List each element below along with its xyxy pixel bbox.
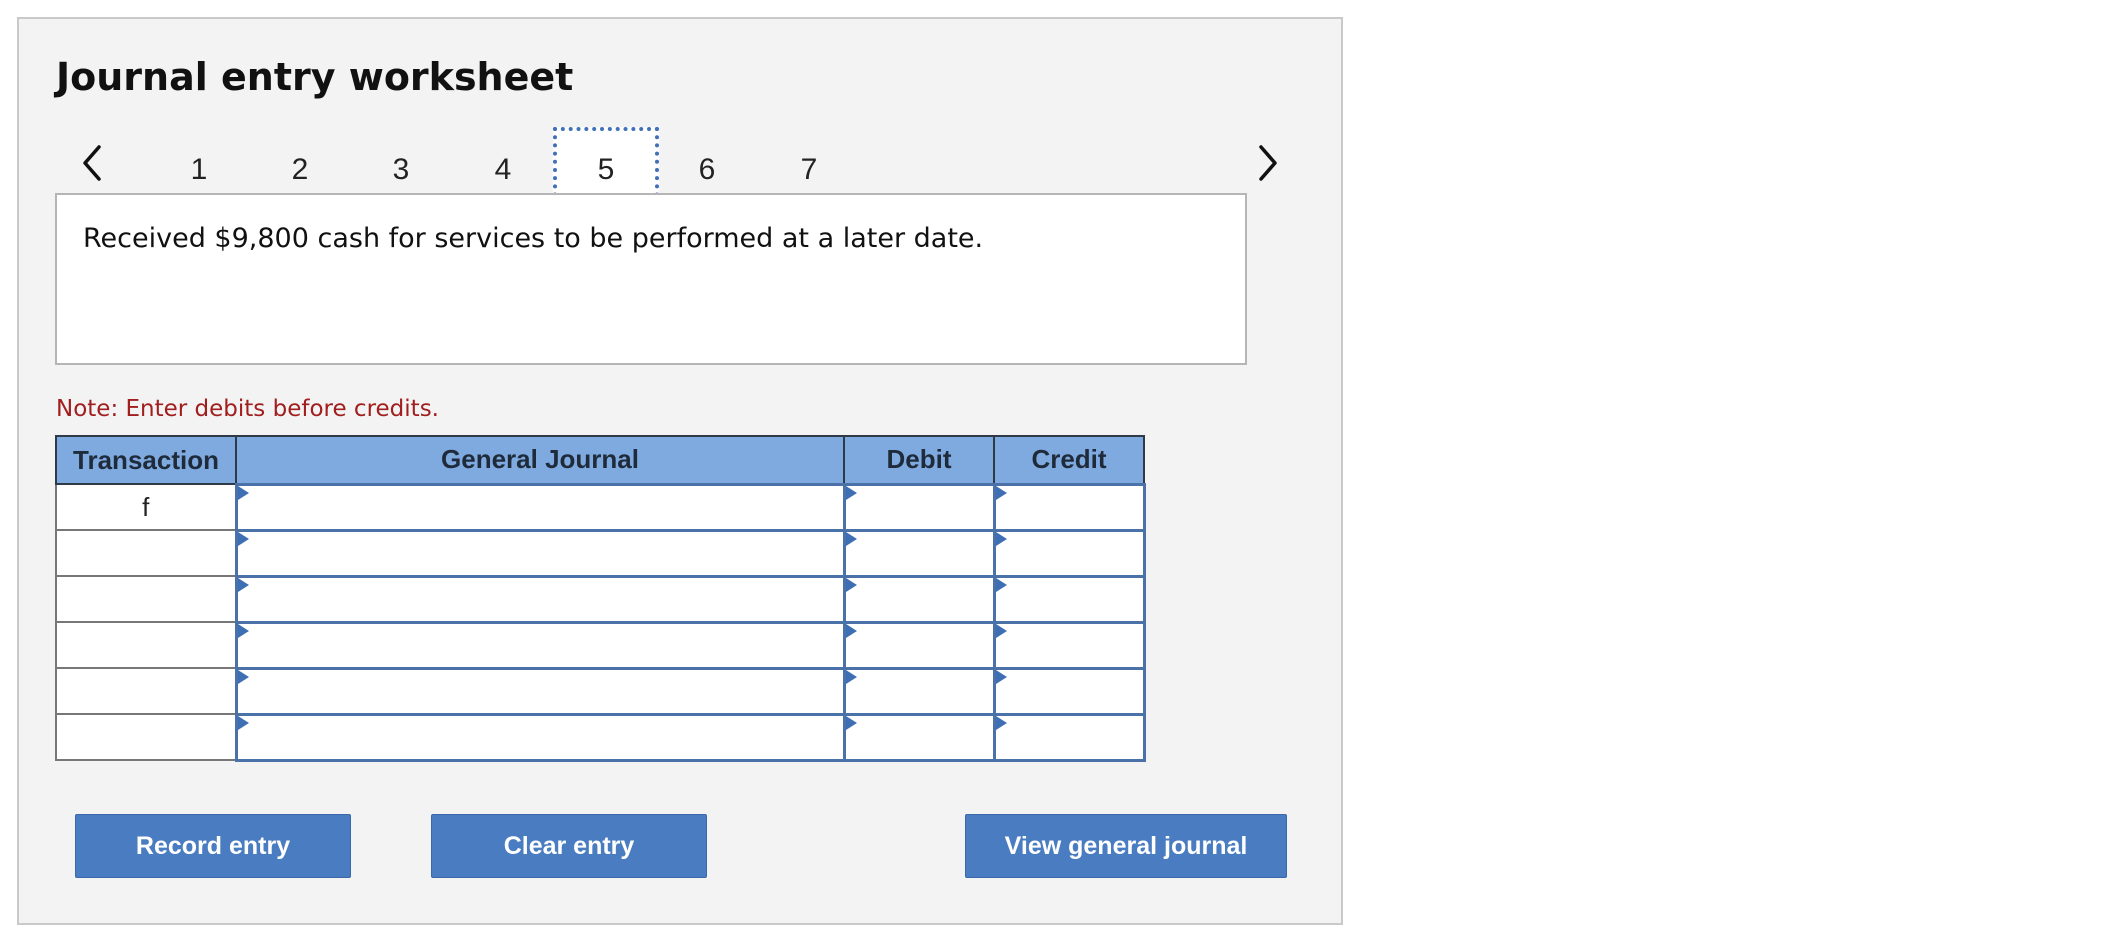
account-select[interactable] xyxy=(234,574,846,624)
debit-input[interactable] xyxy=(842,712,996,762)
worksheet-title: Journal entry worksheet xyxy=(56,55,574,99)
dropdown-marker-icon xyxy=(237,485,249,500)
dropdown-marker-icon xyxy=(237,531,249,546)
transaction-cell xyxy=(55,713,237,761)
credit-input[interactable] xyxy=(992,712,1146,762)
account-select[interactable] xyxy=(234,666,846,716)
chevron-right-icon xyxy=(1259,145,1277,181)
input-marker-icon xyxy=(845,577,857,592)
input-marker-icon xyxy=(845,623,857,638)
chevron-left-icon xyxy=(83,145,101,181)
dropdown-marker-icon xyxy=(237,715,249,730)
transaction-cell xyxy=(55,621,237,669)
transaction-cell xyxy=(55,667,237,715)
transaction-cell xyxy=(55,529,237,577)
input-marker-icon xyxy=(995,623,1007,638)
header-general-journal: General Journal xyxy=(235,435,845,485)
credit-input[interactable] xyxy=(992,620,1146,670)
credit-input[interactable] xyxy=(992,528,1146,578)
debit-input[interactable] xyxy=(842,620,996,670)
table-row xyxy=(55,620,1146,670)
transaction-cell xyxy=(55,575,237,623)
input-marker-icon xyxy=(995,669,1007,684)
input-marker-icon xyxy=(995,577,1007,592)
record-entry-button[interactable]: Record entry xyxy=(75,814,351,878)
account-select[interactable] xyxy=(234,528,846,578)
dropdown-marker-icon xyxy=(237,623,249,638)
transaction-description: Received $9,800 cash for services to be … xyxy=(83,223,984,254)
input-marker-icon xyxy=(845,485,857,500)
debit-input[interactable] xyxy=(842,574,996,624)
input-marker-icon xyxy=(845,715,857,730)
entry-note: Note: Enter debits before credits. xyxy=(56,396,439,422)
input-marker-icon xyxy=(995,485,1007,500)
credit-input[interactable] xyxy=(992,482,1146,532)
account-select[interactable] xyxy=(234,712,846,762)
debit-input[interactable] xyxy=(842,482,996,532)
header-transaction: Transaction xyxy=(55,435,237,485)
transaction-description-box: Received $9,800 cash for services to be … xyxy=(55,193,1247,365)
account-select[interactable] xyxy=(234,620,846,670)
debit-input[interactable] xyxy=(842,666,996,716)
input-marker-icon xyxy=(995,531,1007,546)
journal-entry-table: Transaction General Journal Debit Credit… xyxy=(55,435,1146,762)
next-step-button[interactable] xyxy=(1248,138,1288,188)
table-header-row: Transaction General Journal Debit Credit xyxy=(55,435,1145,485)
table-row xyxy=(55,712,1146,762)
header-credit: Credit xyxy=(993,435,1145,485)
input-marker-icon xyxy=(845,531,857,546)
credit-input[interactable] xyxy=(992,574,1146,624)
input-marker-icon xyxy=(845,669,857,684)
table-row xyxy=(55,574,1146,624)
dropdown-marker-icon xyxy=(237,577,249,592)
table-row xyxy=(55,666,1146,716)
credit-input[interactable] xyxy=(992,666,1146,716)
header-debit: Debit xyxy=(843,435,995,485)
dropdown-marker-icon xyxy=(237,669,249,684)
prev-step-button[interactable] xyxy=(72,138,112,188)
view-general-journal-button[interactable]: View general journal xyxy=(965,814,1287,878)
account-select[interactable] xyxy=(234,482,846,532)
table-row: f xyxy=(55,482,1146,532)
transaction-cell: f xyxy=(55,483,237,531)
table-row xyxy=(55,528,1146,578)
debit-input[interactable] xyxy=(842,528,996,578)
clear-entry-button[interactable]: Clear entry xyxy=(431,814,707,878)
input-marker-icon xyxy=(995,715,1007,730)
